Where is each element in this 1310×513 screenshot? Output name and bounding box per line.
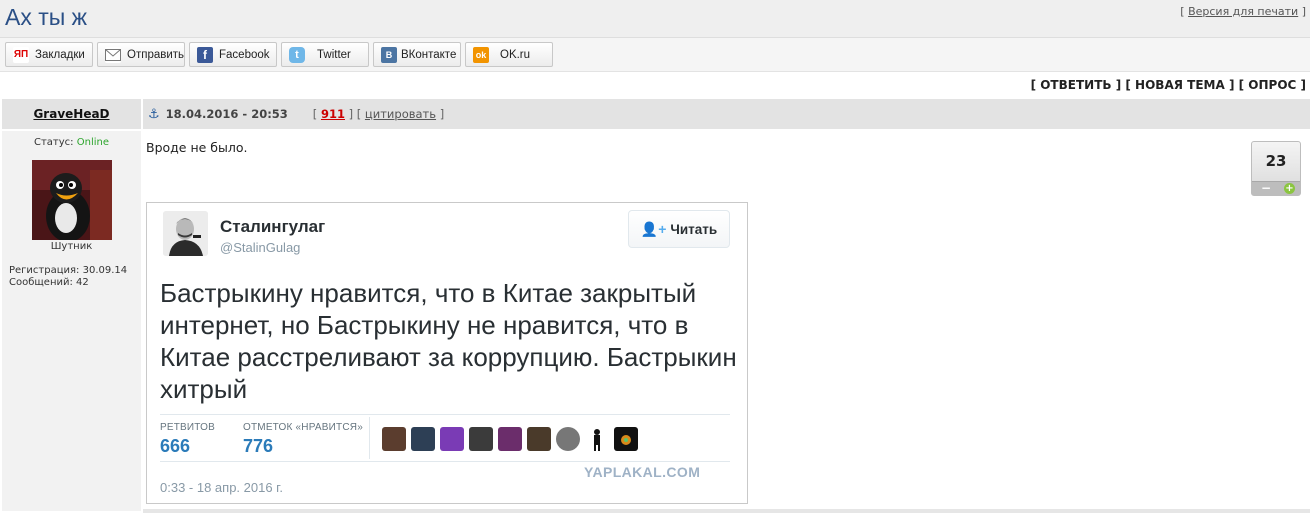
likes-count: 776: [243, 436, 274, 456]
share-bookmarks-label: Закладки: [35, 48, 85, 61]
liker-avatar: [527, 427, 551, 451]
post-rating: 23 − +: [1251, 141, 1301, 196]
author-name-link[interactable]: GraveHeaD: [33, 107, 109, 121]
retweets-count: 666: [160, 436, 191, 456]
status-online: Online: [76, 137, 109, 148]
reply-button[interactable]: ОТВЕТИТЬ: [1040, 78, 1111, 92]
facebook-icon: f: [197, 46, 213, 63]
liker-avatar: [382, 427, 406, 451]
share-twitter-button[interactable]: t Twitter: [281, 42, 369, 67]
user-panel: Статус: Online Шутник Регистрация: 30.09…: [2, 131, 141, 511]
status-label: Статус:: [34, 137, 74, 148]
anchor-icon[interactable]: ⚓: [148, 107, 160, 122]
post-author-header: GraveHeaD: [2, 99, 141, 129]
yandex-bookmarks-icon: ЯП: [13, 46, 29, 63]
topic-actions: [ ОТВЕТИТЬ ] [ НОВАЯ ТЕМА ] [ ОПРОС ]: [1030, 78, 1306, 92]
user-messages: Сообщений: 42: [9, 277, 89, 288]
tweet-follow-button: 👤+ Читать: [628, 210, 730, 248]
tweet-timestamp: 0:33 - 18 апр. 2016 г.: [160, 480, 283, 495]
post-text: Вроде не было.: [146, 140, 248, 155]
watermark: YAPLAKAL.COM: [584, 464, 701, 480]
print-version-link[interactable]: Версия для печати: [1188, 5, 1298, 18]
liker-avatar: [469, 427, 493, 451]
user-rank: Шутник: [50, 241, 93, 252]
liker-avatar: [498, 427, 522, 451]
liker-avatar: [411, 427, 435, 451]
vote-plus-button[interactable]: +: [1284, 183, 1295, 194]
user-registration: Регистрация: 30.09.14: [9, 265, 128, 276]
likes-label: ОТМЕТОК «НРАВИТСЯ»: [243, 422, 363, 433]
divider: [143, 509, 1310, 513]
share-ok-label: OK.ru: [500, 48, 531, 61]
share-vk-label: ВКонтакте: [401, 48, 457, 61]
share-bar: ЯП Закладки Отправить f Facebook t Twitt…: [0, 38, 1310, 72]
retweets-label: РЕТВИТОВ: [160, 422, 216, 433]
liker-avatar: [440, 427, 464, 451]
rating-value: 23: [1265, 152, 1287, 170]
user-info: Регистрация: 30.09.14 Сообщений: 42: [9, 265, 127, 289]
vkontakte-icon: B: [381, 46, 397, 63]
divider: [160, 414, 730, 415]
share-bookmarks-button[interactable]: ЯП Закладки: [5, 42, 93, 67]
twitter-icon: t: [289, 46, 305, 63]
topic-title: Ах ты ж: [5, 4, 88, 30]
poll-button[interactable]: ОПРОС: [1248, 78, 1296, 92]
tweet-avatar: [163, 211, 208, 256]
post-number-link[interactable]: 911: [321, 107, 345, 121]
share-email-button[interactable]: Отправить: [97, 42, 185, 67]
tweet-author-name: Сталингулаг: [220, 217, 326, 236]
avatar[interactable]: [32, 160, 112, 240]
post-body: Вроде не было. 23 − + Сталингулаг @Stali…: [143, 131, 1310, 511]
tweet-follow-label: Читать: [670, 221, 718, 237]
new-topic-button[interactable]: НОВАЯ ТЕМА: [1135, 78, 1225, 92]
post-links: [ 911 ] [ цитировать ]: [312, 107, 445, 121]
post-date: 18.04.2016 - 20:53: [165, 107, 288, 121]
tweet-text: Бастрыкину нравится, что в Китае закрыты…: [160, 278, 737, 404]
liker-avatar: [556, 427, 580, 451]
follow-user-plus-icon: 👤+: [640, 220, 667, 237]
print-version: [ Версия для печати ]: [1180, 5, 1306, 18]
share-facebook-label: Facebook: [219, 48, 270, 61]
tweet-screenshot[interactable]: Сталингулаг @StalinGulag 👤+ Читать Бастр…: [146, 202, 748, 504]
envelope-icon: [105, 46, 121, 63]
liker-avatar: [614, 427, 638, 451]
liker-avatars: [382, 427, 643, 451]
share-twitter-label: Twitter: [317, 48, 351, 61]
rating-controls: − +: [1252, 181, 1300, 195]
divider: [369, 417, 370, 459]
post-header: ⚓ 18.04.2016 - 20:53 [ 911 ] [ цитироват…: [143, 99, 1310, 129]
share-email-label: Отправить: [127, 48, 185, 61]
divider: [160, 461, 730, 462]
topic-header: Ах ты ж [ Версия для печати ]: [0, 0, 1310, 38]
share-ok-button[interactable]: ok OK.ru: [465, 42, 553, 67]
vote-minus-button[interactable]: −: [1261, 181, 1271, 195]
liker-avatar: [585, 427, 609, 451]
odnoklassniki-icon: ok: [473, 46, 489, 63]
share-facebook-button[interactable]: f Facebook: [189, 42, 277, 67]
user-status: Статус: Online: [2, 137, 141, 148]
share-vk-button[interactable]: B ВКонтакте: [373, 42, 461, 67]
quote-link[interactable]: цитировать: [365, 107, 436, 121]
tweet-author-handle: @StalinGulag: [220, 240, 301, 255]
